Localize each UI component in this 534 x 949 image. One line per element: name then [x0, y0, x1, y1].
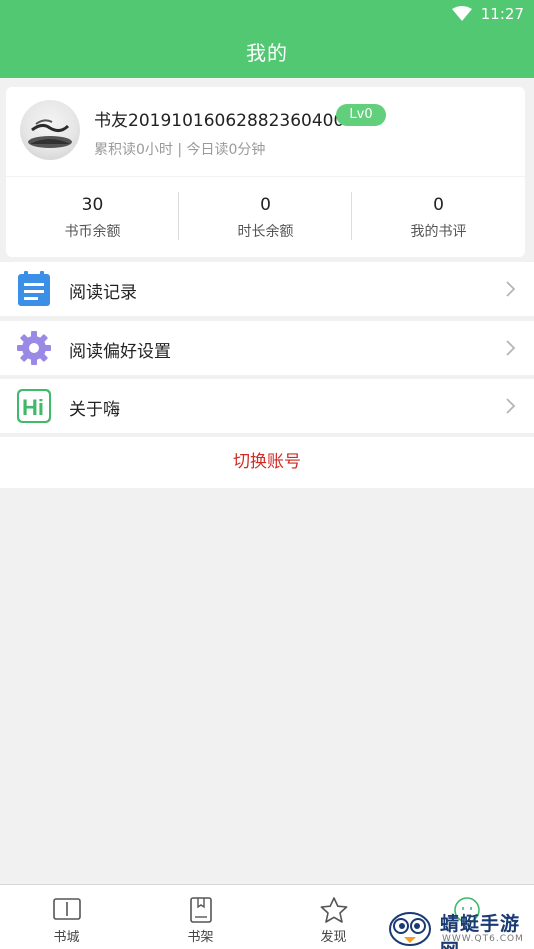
stat-time-balance[interactable]: 0 时长余额 [179, 195, 352, 241]
status-time: 11:27 [480, 5, 524, 23]
chevron-right-icon [504, 396, 518, 416]
chevron-right-icon [504, 279, 518, 299]
tab-discover[interactable]: 发现 [267, 885, 400, 949]
username: 书友20191016062882360400 [94, 111, 345, 131]
hi-logo-icon: Hi [16, 388, 52, 424]
star-icon [320, 897, 347, 923]
stat-my-reviews[interactable]: 0 我的书评 [352, 195, 525, 241]
avatar[interactable] [20, 100, 80, 160]
switch-account-button[interactable]: 切换账号 [0, 437, 534, 488]
tab-label: 书城 [53, 930, 80, 945]
stat-label: 时长余额 [237, 224, 294, 240]
menu-item-label: 关于嗨 [69, 400, 120, 420]
svg-text:Hi: Hi [22, 395, 44, 420]
stat-value: 0 [433, 195, 444, 215]
menu-item-reading-preferences[interactable]: 阅读偏好设置 [0, 321, 534, 375]
book-icon [52, 898, 81, 920]
watermark: 蜻蜓手游网 WWW.QT6.COM [384, 903, 534, 949]
stat-label: 我的书评 [410, 224, 467, 240]
stat-value: 0 [260, 195, 271, 215]
menu-item-about[interactable]: Hi 关于嗨 [0, 379, 534, 433]
menu-item-label: 阅读偏好设置 [69, 342, 171, 362]
stat-label: 书币余额 [64, 224, 121, 240]
page-title: 我的 [246, 41, 288, 65]
reading-stats: 累积读0小时 | 今日读0分钟 [94, 142, 266, 158]
level-badge: Lv0 [336, 104, 386, 126]
profile-card: 书友20191016062882360400 Lv0 累积读0小时 | 今日读0… [6, 87, 525, 257]
menu-item-reading-record[interactable]: 阅读记录 [0, 262, 534, 316]
status-bar: 11:27 [0, 0, 534, 30]
chevron-right-icon [504, 338, 518, 358]
tab-bookstore[interactable]: 书城 [0, 885, 133, 949]
tab-label: 发现 [320, 930, 347, 945]
stat-value: 30 [81, 195, 104, 215]
gear-icon [16, 330, 52, 366]
tab-bookshelf[interactable]: 书架 [134, 885, 267, 949]
header: 我的 [0, 30, 534, 78]
menu-item-label: 阅读记录 [69, 283, 137, 303]
tab-label: 书架 [187, 930, 214, 945]
reading-record-icon [16, 271, 52, 307]
watermark-url: WWW.QT6.COM [442, 934, 524, 944]
stat-coin-balance[interactable]: 30 书币余额 [6, 195, 179, 241]
dragonfly-logo-icon [389, 912, 431, 946]
bookshelf-icon [189, 897, 212, 923]
wifi-icon [452, 6, 472, 26]
card-divider [6, 176, 525, 177]
switch-account-label: 切换账号 [233, 452, 301, 472]
